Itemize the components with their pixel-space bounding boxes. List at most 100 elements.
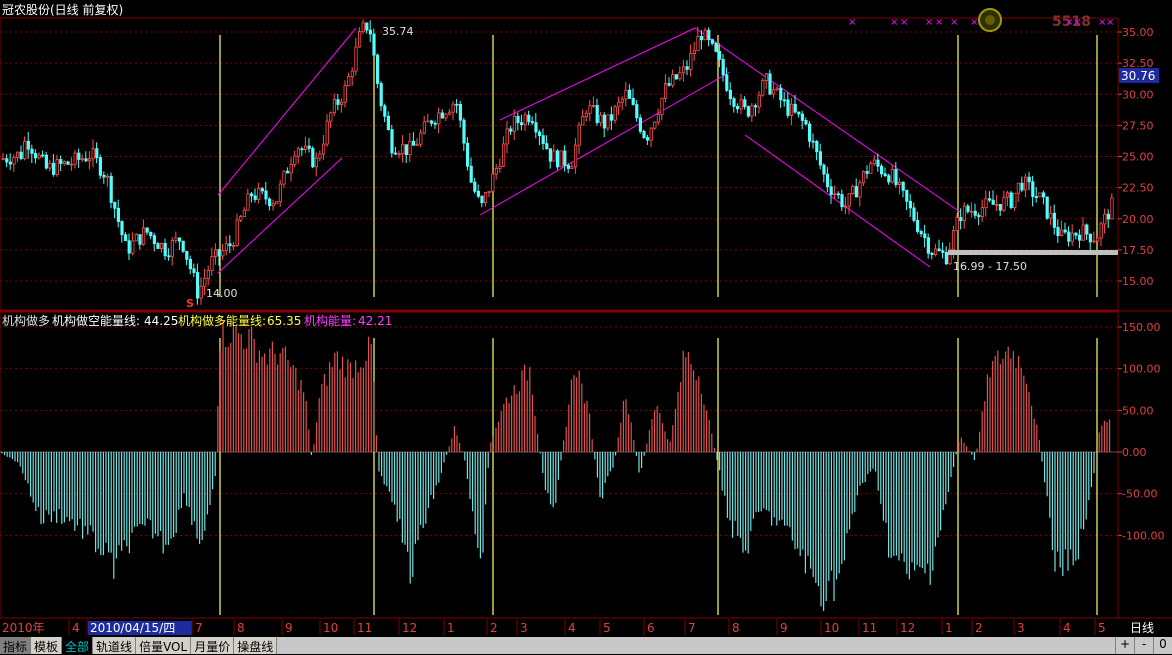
candle-body	[743, 99, 747, 107]
candle-body	[314, 157, 319, 168]
candle-body	[505, 128, 509, 145]
stock-chart[interactable]: 35.0032.5030.0027.5025.0022.5020.0017.50…	[0, 0, 1172, 654]
candle-body	[574, 144, 578, 168]
candle-body	[610, 114, 614, 121]
candle-body	[768, 73, 772, 95]
zoom-in-button[interactable]: +	[1115, 637, 1134, 654]
candle-body	[95, 148, 99, 158]
candle-body	[577, 124, 581, 146]
candle-body	[181, 240, 185, 252]
candle-body	[156, 243, 160, 249]
candle-body	[289, 164, 293, 174]
candle-body	[689, 53, 693, 70]
candle-body	[444, 113, 448, 119]
candle-body	[923, 233, 927, 239]
candle-body	[754, 105, 758, 108]
candle-body	[847, 193, 851, 207]
zoom-reset-button[interactable]: 0	[1153, 637, 1172, 654]
price-tick-label: 30.00	[1122, 88, 1154, 101]
indicator-tick-label: -50.00	[1122, 488, 1157, 501]
candle-body	[55, 159, 59, 175]
candle-body	[545, 143, 549, 150]
sell-signal: S	[186, 297, 194, 310]
candle-body	[772, 89, 776, 95]
candle-body	[174, 237, 178, 241]
candle-body	[318, 153, 322, 159]
candle-body	[404, 144, 409, 155]
candle-body	[599, 114, 603, 124]
candle-body	[876, 159, 880, 167]
candle-body	[970, 210, 974, 213]
candle-body	[422, 121, 427, 134]
tab-indicator[interactable]: 指标	[0, 637, 32, 654]
candle-body	[379, 83, 383, 107]
tab-template[interactable]: 模板	[31, 637, 63, 654]
signal-marker: ×	[925, 17, 933, 28]
candle-body	[84, 158, 88, 162]
candle-body	[718, 50, 722, 60]
candle-body	[1002, 196, 1006, 211]
candle-body	[282, 170, 286, 185]
candle-body	[1031, 181, 1035, 197]
candle-body	[210, 256, 214, 271]
time-label: 11	[862, 621, 877, 635]
time-label: 2	[490, 621, 498, 635]
time-label: 5	[603, 621, 611, 635]
time-label: 4	[1063, 621, 1071, 635]
candle-body	[15, 151, 20, 158]
candle-body	[80, 158, 84, 161]
tab-track-line[interactable]: 轨道线	[93, 637, 137, 654]
candle-body	[631, 98, 635, 105]
candle-body	[588, 105, 592, 114]
indicator-name: 机构做多	[2, 313, 50, 328]
time-label: 2010/04/15/四	[90, 621, 175, 635]
candle-body	[239, 216, 243, 221]
zoom-out-button[interactable]: -	[1134, 637, 1153, 654]
candle-body	[685, 66, 689, 70]
candle-body	[667, 83, 671, 86]
time-label: 8	[237, 621, 245, 635]
candle-body	[797, 111, 801, 115]
time-label: 4	[72, 621, 80, 635]
indicator-tick-label: 150.00	[1122, 321, 1161, 334]
candle-body	[858, 182, 862, 198]
short-energy-label: 机构做空能量线:	[52, 313, 140, 328]
candle-body	[566, 165, 571, 169]
bottom-tab-bar: 指标 模板 全部 轨道线 倍量VOL 月量价 操盘线 + - 0	[0, 637, 1172, 654]
candle-body	[116, 207, 120, 222]
energy-label: 机构能量:	[304, 313, 356, 328]
time-label: 7	[688, 621, 696, 635]
candle-body	[195, 272, 200, 299]
candle-body	[437, 112, 441, 125]
time-label: 8	[732, 621, 740, 635]
candle-body	[106, 175, 110, 178]
candle-body	[275, 200, 279, 205]
price-tick-label: 27.50	[1122, 119, 1154, 132]
candle-body	[501, 143, 506, 167]
candle-body	[469, 165, 473, 183]
price-axis: 35.0032.5030.0027.5025.0022.5020.0017.50…	[1118, 26, 1154, 288]
candle-body	[440, 112, 445, 119]
candle-body	[991, 199, 995, 205]
tab-double-vol[interactable]: 倍量VOL	[136, 637, 192, 654]
candle-body	[66, 161, 70, 165]
candle-body	[451, 103, 455, 113]
candle-body	[890, 168, 895, 183]
candle-body	[235, 219, 239, 246]
indicator-tick-label: 0.00	[1122, 446, 1147, 459]
candle-body	[185, 250, 189, 260]
time-label: 1	[447, 621, 455, 635]
tab-month-volume-price[interactable]: 月量价	[191, 637, 235, 654]
candle-body	[811, 140, 815, 143]
candle-body	[872, 159, 877, 165]
tab-all[interactable]: 全部	[62, 637, 94, 654]
low-annotation: 14.00	[206, 287, 238, 300]
candle-body	[862, 171, 866, 184]
candle-body	[646, 137, 650, 141]
candle-body	[1063, 229, 1067, 233]
candle-body	[1006, 192, 1010, 198]
candle-body	[264, 190, 268, 200]
time-label: 9	[780, 621, 788, 635]
candle-body	[660, 97, 664, 115]
tab-trading-line[interactable]: 操盘线	[234, 637, 278, 654]
